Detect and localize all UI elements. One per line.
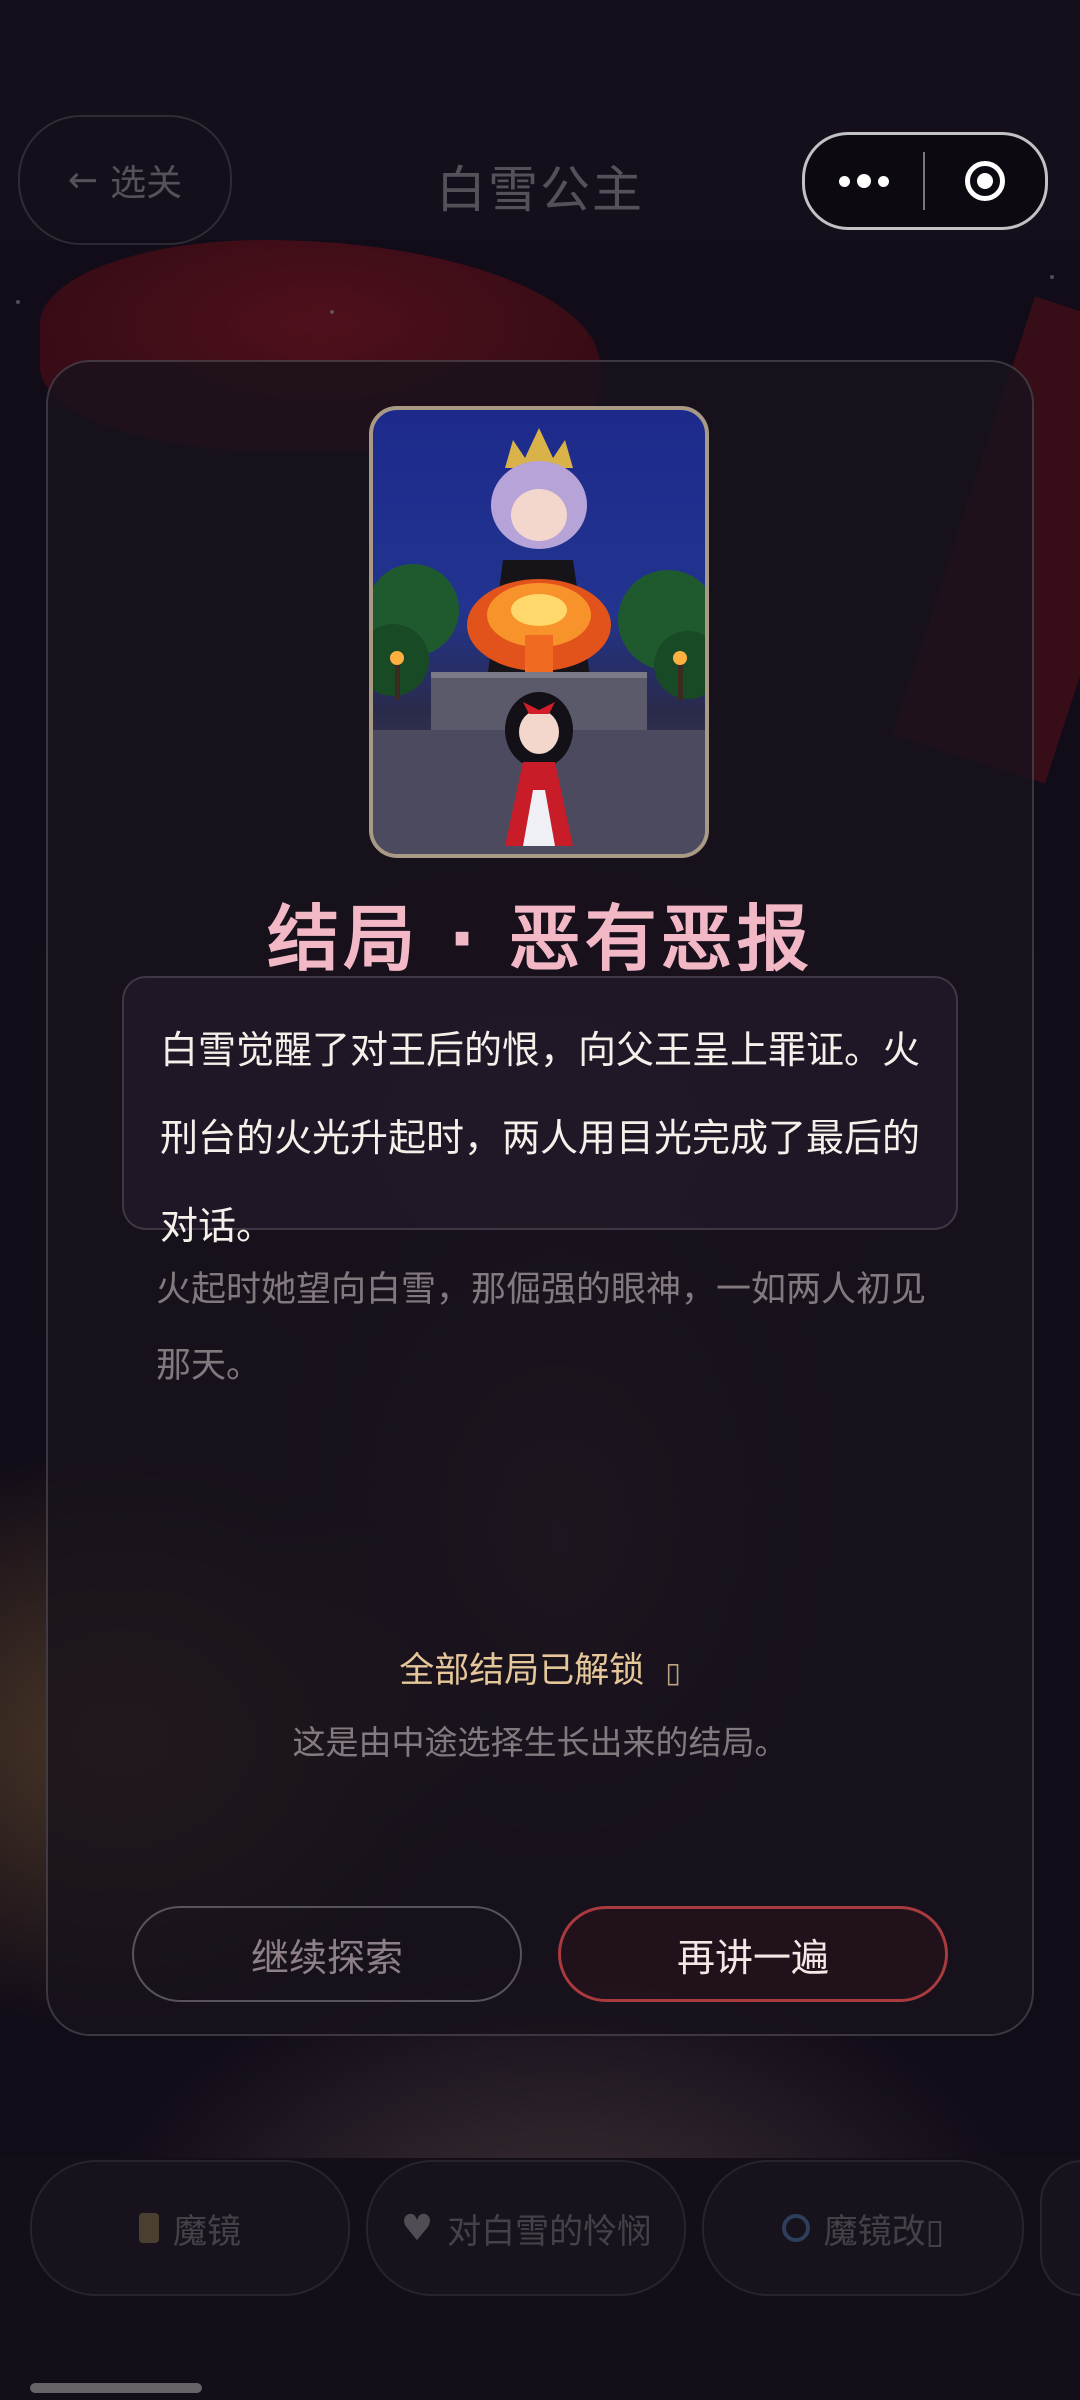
target-circle-icon [965,161,1005,201]
chip-mirror-change[interactable]: 魔镜改▯ [702,2160,1024,2296]
unlock-icon: ▯ [665,1656,681,1689]
chip-partial[interactable] [1040,2160,1080,2296]
more-dot-icon [857,174,871,188]
replay-story-button[interactable]: 再讲一遍 [558,1906,948,2002]
ending-epilogue: 火起时她望向白雪，那倔强的眼神，一如两人初见那天。 [156,1270,927,1386]
unlocked-text: 全部结局已解锁 [399,1651,645,1691]
ending-title: 结局 · 恶有恶报 [267,897,813,981]
all-endings-unlocked-label: 全部结局已解锁 ▯ [0,1642,1080,1693]
close-mini-program-button[interactable] [925,135,1045,227]
more-dot-icon [839,175,850,187]
chip-label: 魔镜改▯ [823,2211,945,2252]
home-indicator [30,2383,202,2393]
chip-mirror[interactable]: 魔镜 [30,2160,350,2296]
continue-explore-button[interactable]: 继续探索 [132,1906,522,2002]
mirror-icon [139,2213,159,2243]
chip-label: 魔镜 [173,2211,241,2252]
swirl-icon [781,2214,810,2242]
chip-label: 对白雪的怜悯 [447,2211,652,2252]
more-options-button[interactable] [805,135,923,227]
ending-illustration-art [373,428,705,854]
chip-pity[interactable]: ♥ 对白雪的怜悯 [366,2160,686,2296]
more-dot-icon [878,175,889,187]
ending-origin-note: 这是由中途选择生长出来的结局。 [292,1723,788,1762]
ending-illustration [369,406,709,858]
mini-program-capsule [802,132,1048,230]
ending-description: 白雪觉醒了对王后的恨，向父王呈上罪证。火刑台的火光升起时，两人用目光完成了最后的… [160,1028,921,1248]
heart-icon: ♥ [400,2207,434,2249]
